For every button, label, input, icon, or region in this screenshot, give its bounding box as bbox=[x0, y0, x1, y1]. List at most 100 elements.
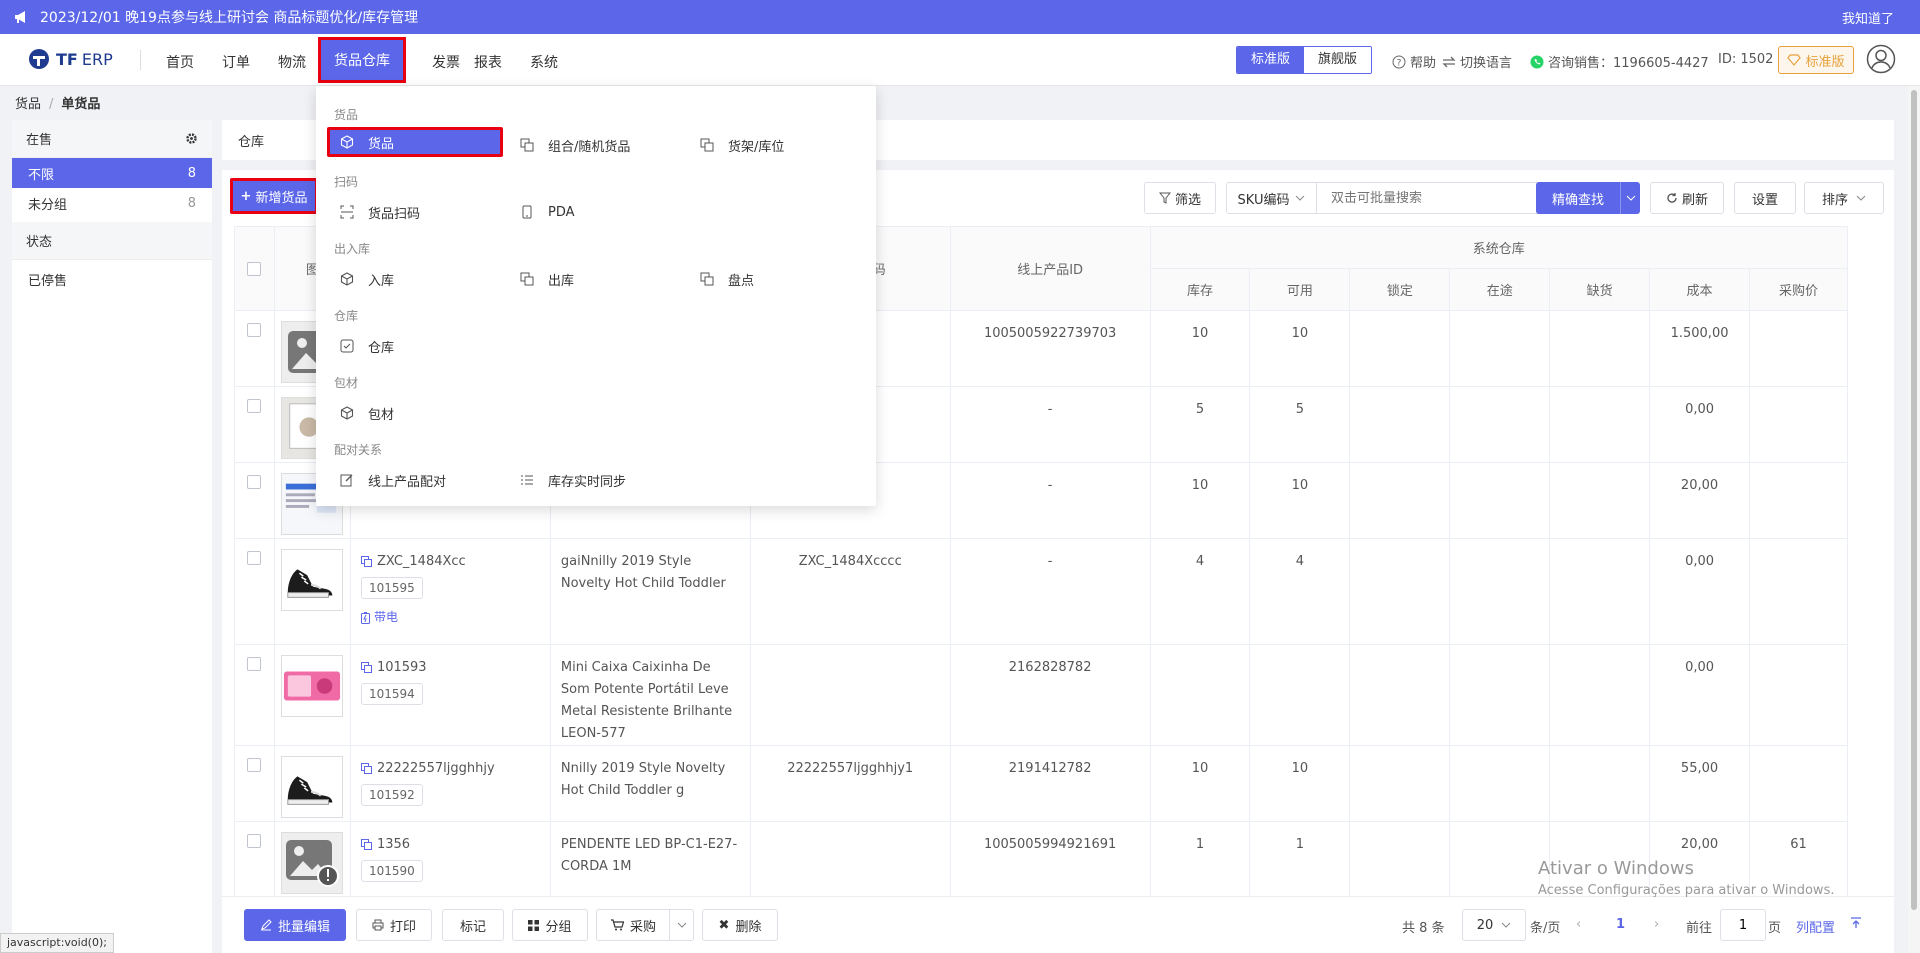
nav-orders[interactable]: 订单 bbox=[222, 52, 250, 72]
exact-search-button[interactable]: 精确查找 bbox=[1536, 182, 1640, 214]
row-select-cell[interactable] bbox=[234, 386, 275, 463]
delete-button[interactable]: ✖ 删除 bbox=[702, 909, 778, 941]
refresh-button[interactable]: 刷新 bbox=[1650, 182, 1724, 214]
row-select-cell[interactable] bbox=[234, 745, 275, 822]
nav-system[interactable]: 系统 bbox=[530, 52, 558, 72]
select-all-cell[interactable] bbox=[234, 226, 275, 311]
dismiss-link[interactable]: 我知道了 bbox=[1842, 8, 1894, 27]
sales-contact[interactable]: 咨询销售：1196605-4427 bbox=[1530, 52, 1709, 71]
row-select-cell[interactable] bbox=[234, 821, 275, 896]
title-cell[interactable]: Mini Caixa Caixinha De Som Potente Portá… bbox=[549, 644, 751, 746]
total-count: 共 8 条 bbox=[1402, 921, 1445, 936]
copy-icon[interactable] bbox=[360, 763, 372, 774]
edition-flagship[interactable]: 旗舰版 bbox=[1304, 47, 1372, 73]
print-button[interactable]: 打印 bbox=[356, 909, 432, 941]
product-image-cell[interactable] bbox=[273, 538, 351, 645]
menu-item-outbound[interactable]: 出库 bbox=[520, 264, 574, 294]
sidebar-item-discontinued[interactable]: 已停售 bbox=[12, 264, 212, 294]
product-image[interactable] bbox=[281, 756, 344, 818]
table-row[interactable]: ZXC_1484Xcc 101595 带电 gaiNnilly 2019 Style … bbox=[234, 538, 1848, 645]
row-select-cell[interactable] bbox=[234, 310, 275, 387]
search-input[interactable] bbox=[1317, 183, 1547, 213]
chevron-down-icon[interactable] bbox=[1620, 182, 1640, 214]
product-image[interactable] bbox=[281, 549, 344, 611]
chevron-down-icon bbox=[1856, 195, 1866, 201]
filter-button[interactable]: 筛选 bbox=[1144, 182, 1216, 214]
next-page-icon[interactable]: › bbox=[1654, 917, 1659, 932]
sku-code-cell bbox=[749, 644, 951, 746]
menu-item-goods[interactable]: 货品 bbox=[327, 127, 503, 157]
menu-item-stock-sync[interactable]: 库存实时同步 bbox=[520, 465, 626, 495]
gear-icon[interactable] bbox=[185, 132, 198, 145]
menu-item-packaging[interactable]: 包材 bbox=[340, 398, 394, 428]
row-checkbox[interactable] bbox=[247, 657, 262, 671]
title-cell[interactable]: PENDENTE LED BP-C1-E27-CORDA 1M bbox=[549, 821, 751, 896]
sidebar-item-ungrouped[interactable]: 未分组 8 bbox=[12, 188, 212, 218]
row-select-cell[interactable] bbox=[234, 538, 275, 645]
edit-icon bbox=[340, 474, 353, 487]
warehouse-label[interactable]: 仓库 bbox=[238, 131, 264, 150]
product-image-cell[interactable] bbox=[273, 821, 351, 896]
menu-item-inbound[interactable]: 入库 bbox=[340, 264, 394, 294]
menu-item-combo-goods[interactable]: 组合/随机货品 bbox=[520, 130, 630, 160]
edition-badge[interactable]: 标准版 bbox=[1778, 46, 1854, 74]
sort-button[interactable]: 排序 bbox=[1804, 182, 1884, 214]
row-checkbox[interactable] bbox=[247, 758, 262, 772]
title-cell[interactable]: Nnilly 2019 Style Novelty Hot Child Todd… bbox=[549, 745, 751, 822]
row-checkbox[interactable] bbox=[247, 399, 262, 413]
menu-item-warehouse[interactable]: 仓库 bbox=[340, 331, 394, 361]
purchase-button[interactable]: 采购 bbox=[596, 909, 694, 941]
sku-select[interactable]: SKU编码 bbox=[1227, 183, 1317, 213]
row-select-cell[interactable] bbox=[234, 462, 275, 539]
table-row[interactable]: 22222557ljgghhjy 101592 Nnilly 2019 Style … bbox=[234, 745, 1848, 822]
prev-page-icon[interactable]: ‹ bbox=[1576, 917, 1581, 932]
back-to-top-icon[interactable] bbox=[1850, 917, 1862, 929]
row-checkbox[interactable] bbox=[247, 551, 262, 565]
nav-invoice[interactable]: 发票 bbox=[432, 52, 460, 72]
menu-group-warehouse: 仓库 bbox=[334, 309, 359, 323]
language-switch[interactable]: 切换语言 bbox=[1442, 52, 1512, 71]
menu-item-stocktake[interactable]: 盘点 bbox=[700, 264, 754, 294]
product-image-cell[interactable] bbox=[273, 644, 351, 746]
batch-edit-button[interactable]: 批量编辑 bbox=[244, 909, 346, 941]
goto-page-input[interactable] bbox=[1720, 909, 1766, 941]
nav-logistics[interactable]: 物流 bbox=[278, 52, 306, 72]
chevron-down-icon[interactable] bbox=[669, 910, 693, 940]
product-image-cell[interactable] bbox=[273, 745, 351, 822]
menu-item-shelf[interactable]: 货架/库位 bbox=[700, 130, 784, 160]
page-number[interactable]: 1 bbox=[1616, 917, 1625, 932]
nav-reports[interactable]: 报表 bbox=[474, 52, 502, 72]
edition-standard[interactable]: 标准版 bbox=[1237, 47, 1305, 73]
add-goods-button[interactable]: + 新增货品 bbox=[230, 178, 318, 214]
nav-goods-warehouse[interactable]: 货品仓库 bbox=[318, 37, 406, 83]
user-avatar-icon[interactable] bbox=[1866, 44, 1896, 74]
breadcrumb-current: 单货品 bbox=[61, 97, 101, 112]
title-cell[interactable]: gaiNnilly 2019 Style Novelty Hot Child T… bbox=[549, 538, 751, 645]
logo[interactable]: TF ERP bbox=[28, 48, 113, 70]
copy-icon[interactable] bbox=[360, 662, 372, 673]
row-checkbox[interactable] bbox=[247, 834, 262, 848]
group-button[interactable]: 分组 bbox=[512, 909, 588, 941]
help-link[interactable]: ? 帮助 bbox=[1392, 52, 1436, 71]
row-select-cell[interactable] bbox=[234, 644, 275, 746]
select-all-checkbox[interactable] bbox=[247, 261, 262, 276]
copy-icon[interactable] bbox=[360, 839, 372, 850]
page-size-select[interactable]: 20 bbox=[1462, 909, 1526, 941]
product-image[interactable] bbox=[281, 832, 344, 894]
menu-item-pda[interactable]: PDA bbox=[520, 197, 575, 227]
sidebar-item-all[interactable]: 不限 8 bbox=[12, 158, 212, 188]
settings-button[interactable]: 设置 bbox=[1734, 182, 1796, 214]
row-checkbox[interactable] bbox=[247, 475, 262, 489]
column-config-link[interactable]: 列配置 bbox=[1796, 917, 1835, 936]
page-scrollbar[interactable] bbox=[1908, 86, 1920, 953]
product-image[interactable] bbox=[281, 655, 344, 717]
nav-home[interactable]: 首页 bbox=[166, 52, 194, 72]
menu-item-online-pairing[interactable]: 线上产品配对 bbox=[340, 465, 446, 495]
table-row[interactable]: 101593 101594 Mini Caixa Caixinha De Som P… bbox=[234, 644, 1848, 746]
cost-cell: 55,00 bbox=[1649, 745, 1751, 822]
breadcrumb-goods[interactable]: 货品 bbox=[15, 97, 41, 112]
menu-item-goods-scan[interactable]: 货品扫码 bbox=[340, 197, 420, 227]
row-checkbox[interactable] bbox=[247, 323, 262, 337]
copy-icon[interactable] bbox=[360, 556, 372, 567]
mark-button[interactable]: 标记 bbox=[442, 909, 504, 941]
